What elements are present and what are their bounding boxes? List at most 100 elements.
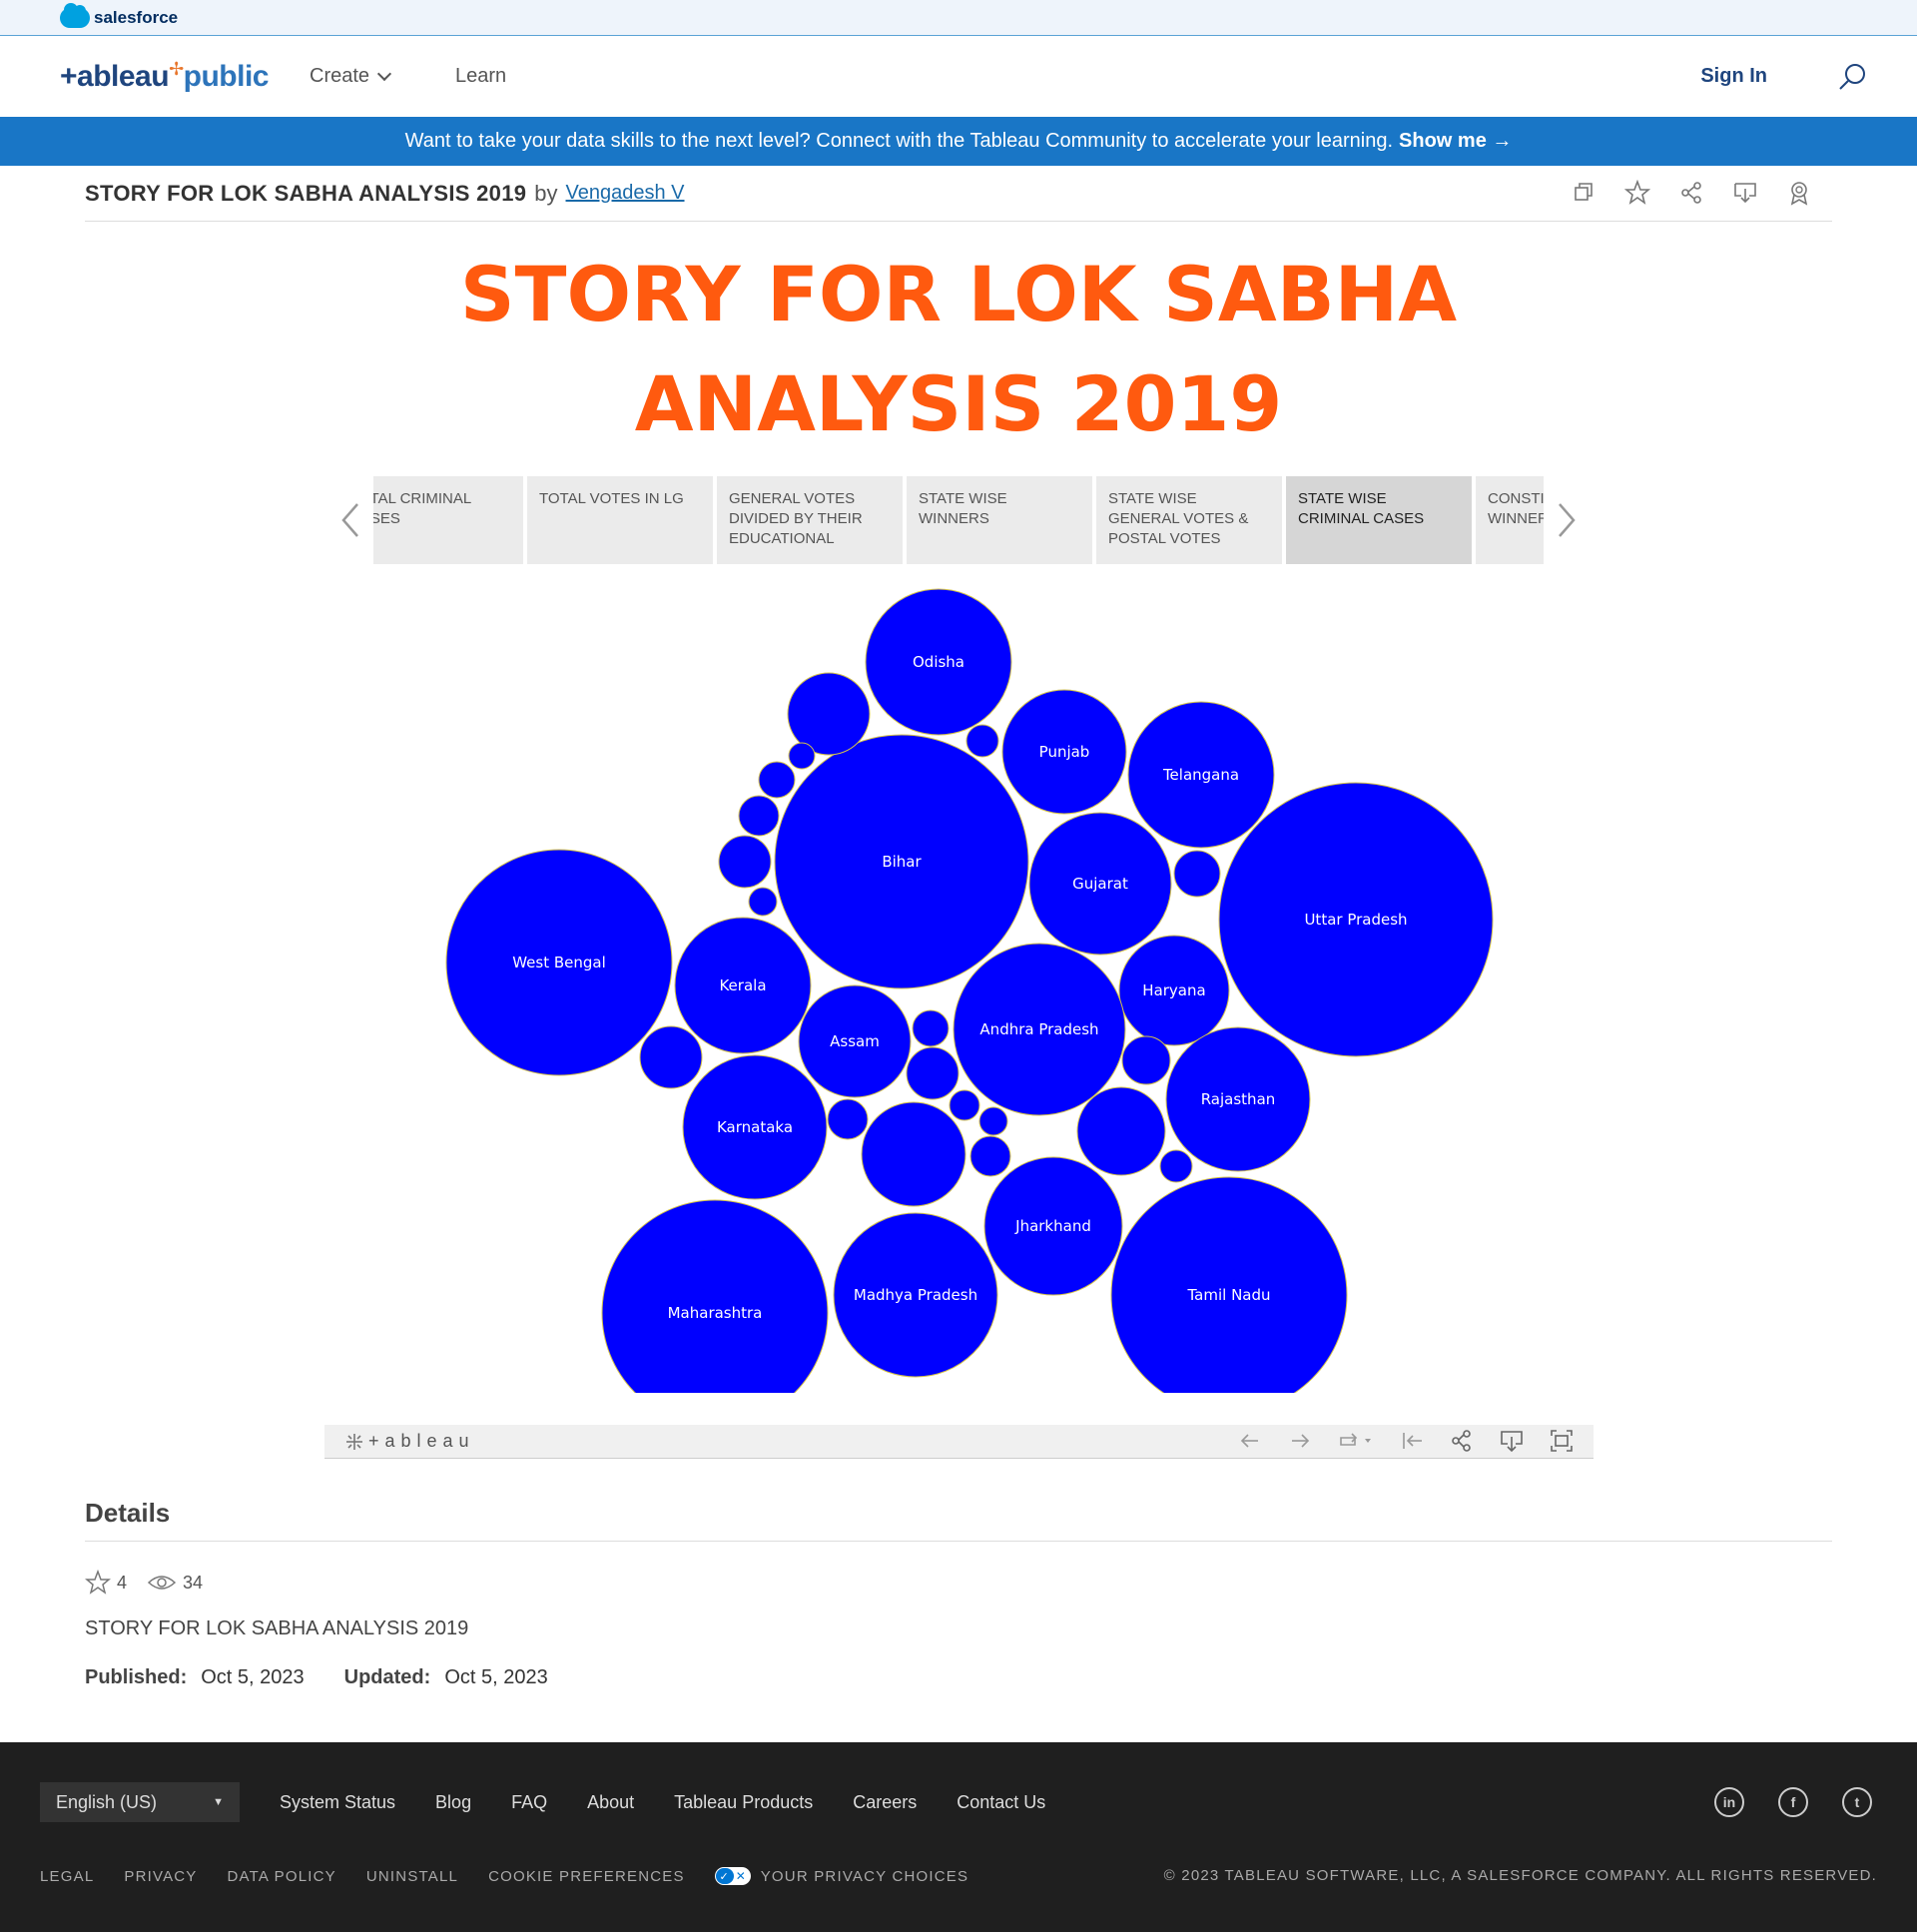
nav-create-label: Create [310,65,370,87]
footer-link[interactable]: Blog [435,1792,471,1813]
salesforce-logo[interactable]: salesforce [60,2,179,28]
viz-actions [1571,180,1812,206]
banner-show-me-link[interactable]: Show me → [1399,130,1512,153]
toolbar-share-icon[interactable] [1450,1429,1474,1453]
bubble-tamil-nadu[interactable] [1110,1176,1348,1393]
star-icon [85,1570,111,1595]
bubble-unlabeled[interactable] [738,795,780,837]
bubble-unlabeled[interactable] [978,1106,1008,1136]
footer-link[interactable]: System Status [280,1792,395,1813]
bubble-label: West Bengal [512,954,606,971]
banner-text: Want to take your data skills to the nex… [404,130,1394,152]
published-date: Published: Oct 5, 2023 [85,1666,305,1689]
bubble-unlabeled[interactable] [748,887,778,917]
bubble-unlabeled[interactable] [969,1135,1011,1177]
story-tab[interactable]: STATE WISE CRIMINAL CASES [1286,476,1472,564]
community-banner: Want to take your data skills to the nex… [0,117,1917,166]
bubble-unlabeled[interactable] [861,1101,966,1207]
bubble-unlabeled[interactable] [758,761,796,799]
bubble-unlabeled[interactable] [949,1089,980,1121]
footer-link[interactable]: Contact Us [957,1792,1045,1813]
footer-link[interactable]: About [587,1792,634,1813]
twitter-icon[interactable]: t [1842,1787,1872,1817]
salesforce-logo-text: salesforce [94,7,179,27]
story-tab[interactable]: TOTAL VOTES IN LG [527,476,713,564]
legal-link[interactable]: LEGAL [40,1868,94,1885]
badge-icon[interactable] [1786,180,1812,206]
legal-link[interactable]: PRIVACY [124,1868,197,1885]
bubble-unlabeled[interactable] [1173,850,1221,898]
details-section: Details 4 34 STORY FOR LOK SABHA ANALYSI… [85,1498,1832,1689]
privacy-choices-link[interactable]: ✓ ✕ YOUR PRIVACY CHOICES [714,1867,969,1885]
viz-stats: 4 34 [85,1570,1832,1596]
privacy-choices-label: YOUR PRIVACY CHOICES [760,1867,969,1885]
bubble-label: Assam [830,1032,880,1050]
legal-link[interactable]: COOKIE PREFERENCES [488,1868,685,1885]
story-navigator: TOTAL CRIMINAL CASESTOTAL VOTES IN LGGEN… [339,476,1578,564]
footer-link[interactable]: Careers [853,1792,917,1813]
sign-in-link[interactable]: Sign In [1700,65,1767,88]
undo-icon[interactable] [1238,1429,1262,1453]
revert-icon[interactable] [1338,1429,1374,1453]
reset-icon[interactable] [1400,1429,1424,1453]
viz-dates: Published: Oct 5, 2023 Updated: Oct 5, 202… [85,1666,1832,1689]
updated-label: Updated: [343,1666,431,1688]
story-tab[interactable]: STATE WISE WINNERS [907,476,1092,564]
toolbar-download-icon[interactable] [1500,1429,1524,1453]
download-icon[interactable] [1732,180,1758,206]
tableau-toolbar-logo[interactable]: +ableau [344,1431,475,1452]
fullscreen-icon[interactable] [1550,1429,1574,1453]
bubble-unlabeled[interactable] [827,1098,869,1140]
story-tab[interactable]: CONSTITUENCY WINNERS [1476,476,1544,564]
copy-icon[interactable] [1571,180,1597,206]
bubble-label: Uttar Pradesh [1304,911,1407,929]
story-tab[interactable]: GENERAL VOTES DIVIDED BY THEIR EDUCATION… [717,476,903,564]
legal-link[interactable]: DATA POLICY [228,1868,336,1885]
privacy-toggle-icon: ✓ ✕ [714,1867,751,1885]
bubble-maharashtra[interactable] [601,1199,829,1393]
bubble-chart: Odisha Punjab Telangana Bihar Gujarat Uttar P… [445,584,1498,1393]
logo-tableau-text: +ableau [60,60,170,93]
nav-learn[interactable]: Learn [455,65,506,88]
share-icon[interactable] [1678,180,1704,206]
bubble-label: Tamil Nadu [1186,1286,1270,1304]
footer-link[interactable]: Tableau Products [674,1792,813,1813]
bubble-label: Jharkhand [1014,1217,1091,1235]
chevron-right-icon[interactable] [1554,500,1578,540]
favorites-stat[interactable]: 4 [85,1570,127,1596]
bubble-unlabeled[interactable] [1159,1149,1193,1183]
bubble-label: Gujarat [1072,875,1128,893]
nav-create[interactable]: Create [310,65,392,88]
story-tabs-viewport: TOTAL CRIMINAL CASESTOTAL VOTES IN LGGEN… [373,476,1544,564]
bubble-unlabeled[interactable] [639,1025,703,1089]
bubble-label: Punjab [1039,743,1090,761]
footer-link[interactable]: FAQ [511,1792,547,1813]
search-icon[interactable] [1837,62,1867,92]
chevron-left-icon[interactable] [339,500,363,540]
copyright: © 2023 TABLEAU SOFTWARE, LLC, A SALESFOR… [1163,1867,1877,1884]
tableau-public-logo[interactable]: +ableau✢public [60,59,270,94]
tableau-toolbar: +ableau [324,1425,1594,1459]
bubble-unlabeled[interactable] [1076,1086,1166,1176]
eye-icon [147,1576,177,1590]
tableau-logo-icon [346,1433,362,1450]
favorite-star-icon[interactable] [1624,180,1650,206]
story-tab[interactable]: STATE WISE GENERAL VOTES & POSTAL VOTES [1096,476,1282,564]
bubble-label: Telangana [1162,766,1239,784]
bubble-unlabeled[interactable] [788,742,816,770]
bubble-unlabeled[interactable] [912,1009,950,1047]
bubble-label: Kerala [719,976,766,994]
linkedin-icon[interactable]: in [1714,1787,1744,1817]
language-value: English (US) [56,1791,158,1812]
facebook-icon[interactable]: f [1778,1787,1808,1817]
language-select[interactable]: English (US) ▼ [40,1782,240,1822]
bubble-label: Odisha [913,653,964,671]
viz-author-link[interactable]: Vengadesh V [566,182,685,205]
legal-link[interactable]: UNINSTALL [366,1868,458,1885]
bubble-unlabeled[interactable] [718,835,772,889]
bubble-unlabeled[interactable] [1121,1035,1171,1085]
bubble-unlabeled[interactable] [965,724,999,758]
redo-icon[interactable] [1288,1429,1312,1453]
story-tab[interactable]: TOTAL CRIMINAL CASES [373,476,523,564]
bubble-unlabeled[interactable] [906,1046,959,1100]
